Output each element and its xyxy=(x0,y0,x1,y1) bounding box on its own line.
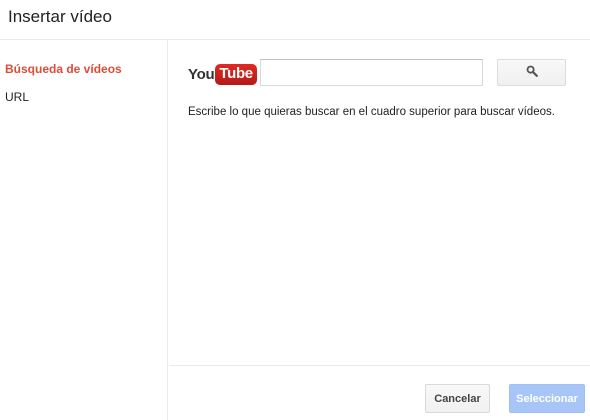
search-hint: Escribe lo que quieras buscar en el cuad… xyxy=(188,106,555,118)
search-icon xyxy=(526,64,538,82)
search-input[interactable] xyxy=(260,59,483,86)
search-button[interactable] xyxy=(497,59,566,86)
youtube-logo-you: You xyxy=(188,65,215,83)
dialog-title: Insertar vídeo xyxy=(8,7,112,26)
footer-divider xyxy=(169,365,590,366)
sidebar: Búsqueda de vídeos URL xyxy=(0,40,168,420)
sidebar-item-url[interactable]: URL xyxy=(5,90,29,104)
youtube-logo-tube: Tube xyxy=(215,63,257,85)
cancel-button[interactable]: Cancelar xyxy=(425,384,490,413)
sidebar-item-video-search[interactable]: Búsqueda de vídeos xyxy=(5,62,122,76)
select-button[interactable]: Seleccionar xyxy=(509,384,585,413)
main-panel: You Tube Escribe lo que quieras buscar e… xyxy=(169,40,590,420)
youtube-logo: You Tube xyxy=(188,63,257,85)
